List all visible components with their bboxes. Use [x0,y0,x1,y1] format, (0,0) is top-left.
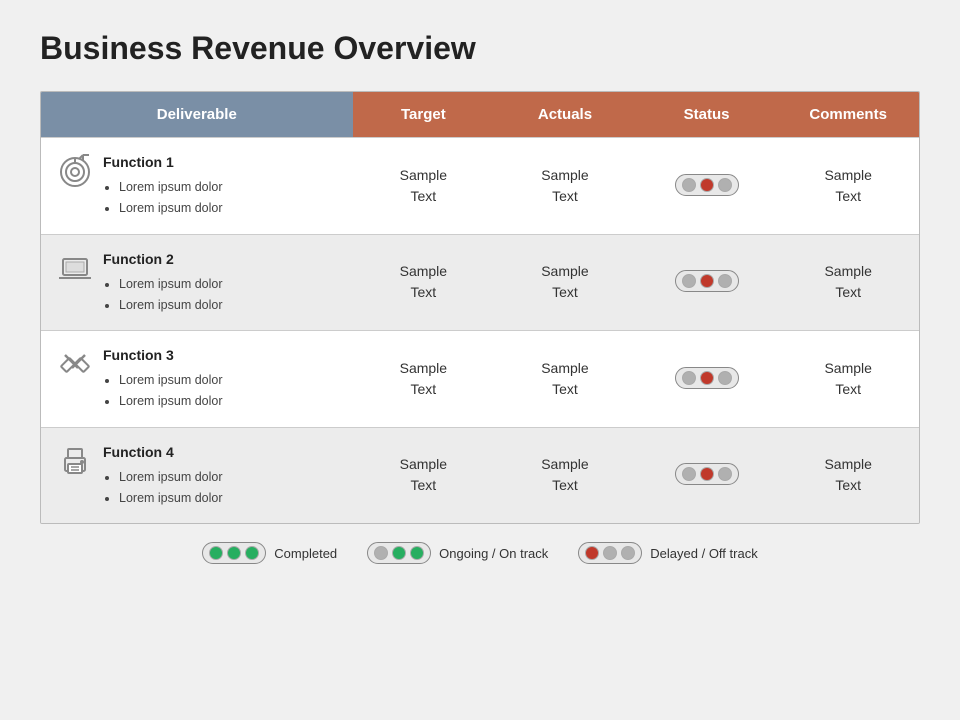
dot-grey [374,546,388,560]
table-body: Function 1Lorem ipsum dolorLorem ipsum d… [41,137,919,523]
traffic-dot-grey [718,274,732,288]
legend-completed-indicator [202,542,266,564]
traffic-dot-grey [682,178,696,192]
target-cell-3: Sample Text [353,344,495,414]
function-title-1: Function 1 [103,152,223,173]
bullet-item: Lorem ipsum dolor [119,467,223,488]
traffic-dot-red [700,274,714,288]
col-header-target: Target [353,92,495,137]
bullet-item: Lorem ipsum dolor [119,295,223,316]
dot-green [209,546,223,560]
traffic-dot-grey [718,178,732,192]
table-row: Function 1 Lorem ipsum dolorLorem ipsum d… [41,137,919,234]
deliverable-cell-2: Function 2 Lorem ipsum dolorLorem ipsum d… [41,235,353,331]
bullet-item: Lorem ipsum dolor [119,198,223,219]
dot-green [392,546,406,560]
traffic-light-indicator [675,174,739,196]
legend-delayed: Delayed / Off track [578,542,757,564]
legend: Completed Ongoing / On track Delayed / O… [40,542,920,564]
dot-grey [621,546,635,560]
comments-cell-2: Sample Text [777,247,919,317]
status-cell-3 [636,353,778,405]
bullet-item: Lorem ipsum dolor [119,177,223,198]
target-cell-1: Sample Text [353,151,495,221]
bullet-item: Lorem ipsum dolor [119,391,223,412]
function-icon-target [57,154,93,190]
deliverable-cell-1: Function 1 Lorem ipsum dolorLorem ipsum d… [41,138,353,234]
table-row: Function 4 Lorem ipsum dolorLorem ipsum d… [41,427,919,524]
legend-completed: Completed [202,542,337,564]
traffic-light-indicator [675,270,739,292]
dot-green [227,546,241,560]
table-header: Deliverable Target Actuals Status Commen… [41,92,919,137]
traffic-light-indicator [675,367,739,389]
function-icon-printer [57,444,93,480]
actuals-cell-4: Sample Text [494,440,636,510]
function-icon-tools [57,347,93,383]
legend-ongoing-label: Ongoing / On track [439,546,548,561]
status-cell-4 [636,449,778,501]
dot-grey [603,546,617,560]
comments-cell-1: Sample Text [777,151,919,221]
function-icon-laptop [57,251,93,287]
page-title: Business Revenue Overview [40,30,476,67]
comments-cell-3: Sample Text [777,344,919,414]
col-header-deliverable: Deliverable [41,92,353,137]
actuals-cell-3: Sample Text [494,344,636,414]
traffic-dot-red [700,178,714,192]
bullet-item: Lorem ipsum dolor [119,274,223,295]
comments-cell-4: Sample Text [777,440,919,510]
traffic-dot-red [700,371,714,385]
function-title-3: Function 3 [103,345,223,366]
dot-green [245,546,259,560]
traffic-dot-grey [682,274,696,288]
legend-delayed-indicator [578,542,642,564]
traffic-dot-grey [682,467,696,481]
table-row: Function 2 Lorem ipsum dolorLorem ipsum d… [41,234,919,331]
dot-green [410,546,424,560]
col-header-comments: Comments [777,92,919,137]
bullet-item: Lorem ipsum dolor [119,370,223,391]
function-title-4: Function 4 [103,442,223,463]
status-cell-2 [636,256,778,308]
legend-delayed-label: Delayed / Off track [650,546,757,561]
actuals-cell-1: Sample Text [494,151,636,221]
target-cell-2: Sample Text [353,247,495,317]
legend-completed-label: Completed [274,546,337,561]
traffic-light-indicator [675,463,739,485]
deliverable-cell-4: Function 4 Lorem ipsum dolorLorem ipsum d… [41,428,353,524]
target-cell-4: Sample Text [353,440,495,510]
traffic-dot-grey [718,371,732,385]
main-table: Deliverable Target Actuals Status Commen… [40,91,920,524]
dot-red [585,546,599,560]
col-header-actuals: Actuals [494,92,636,137]
actuals-cell-2: Sample Text [494,247,636,317]
table-row: Function 3 Lorem ipsum dolorLorem ipsum d… [41,330,919,427]
function-title-2: Function 2 [103,249,223,270]
legend-ongoing: Ongoing / On track [367,542,548,564]
col-header-status: Status [636,92,778,137]
deliverable-cell-3: Function 3 Lorem ipsum dolorLorem ipsum d… [41,331,353,427]
traffic-dot-grey [718,467,732,481]
traffic-dot-red [700,467,714,481]
legend-ongoing-indicator [367,542,431,564]
traffic-dot-grey [682,371,696,385]
bullet-item: Lorem ipsum dolor [119,488,223,509]
status-cell-1 [636,160,778,212]
